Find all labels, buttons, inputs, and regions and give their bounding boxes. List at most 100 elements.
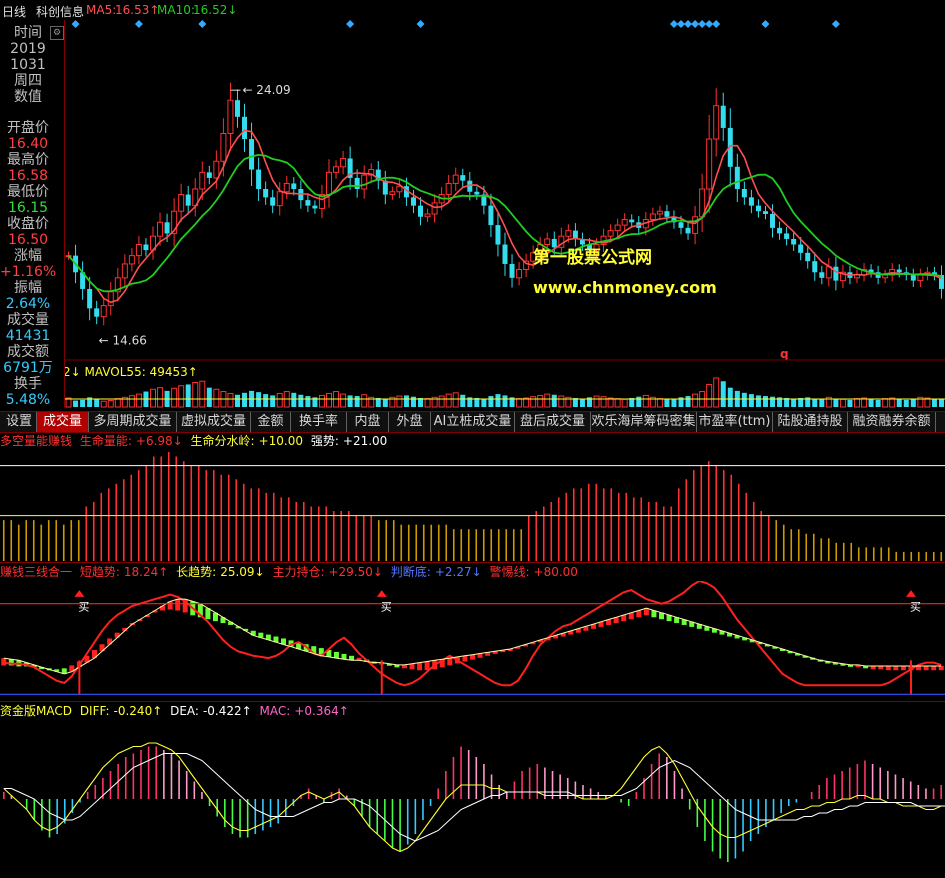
tab-8[interactable]: AI立桩成交量: [431, 412, 515, 432]
candle-102: [784, 233, 790, 239]
tab-11[interactable]: 市盈率(ttm): [697, 412, 773, 432]
candle-16: [178, 194, 185, 212]
candle-95: [734, 166, 740, 189]
candle-106: [812, 261, 818, 273]
signal-diamond-2: [198, 20, 207, 28]
volume-bar-17: [185, 384, 191, 407]
volume-bar-56: [460, 394, 466, 407]
candle-42: [361, 174, 368, 190]
candle-61: [495, 225, 501, 245]
trend-bar-122: [923, 666, 929, 671]
info-row-4: 数值: [14, 89, 42, 105]
candle-87: [678, 222, 684, 228]
candle-27: [256, 169, 262, 189]
signal-diamond-7: [684, 20, 693, 28]
short-trend-label: 短趋势:: [79, 565, 120, 579]
candle-45: [382, 180, 388, 195]
info-row-22: 5.48%: [5, 392, 51, 408]
panel-energy[interactable]: 多空量能赚钱 生命量能: +6.98↓ 生命分水岭: +10.00 强势: +21.0…: [0, 432, 945, 563]
panel-three-lines[interactable]: 赚钱三线合一 短趋势: 18.24↑ 长趋势: 25.09↓ 主力持仓: +29.50…: [0, 563, 945, 702]
signal-diamond-9: [698, 20, 707, 28]
info-row-9: 最低价: [7, 184, 49, 200]
panel-three-lines-svg: 买买买: [0, 581, 945, 695]
panel-three-lines-title: 赚钱三线合一 短趋势: 18.24↑ 长趋势: 25.09↓ 主力持仓: +29.50…: [0, 564, 582, 580]
candle-121: [917, 274, 924, 282]
volume-bar-19: [199, 380, 206, 408]
tab-10[interactable]: 欢乐海岸筹码密集: [591, 412, 697, 432]
volume-bar-12: [150, 388, 156, 408]
candle-31: [283, 182, 290, 193]
info-row-10: 16.15: [7, 200, 49, 216]
volume-bar-124: [938, 399, 944, 407]
q-marker: q: [780, 347, 789, 361]
period-label[interactable]: 日线: [2, 3, 26, 20]
candle-80: [629, 219, 635, 223]
tab-5[interactable]: 换手率: [291, 412, 347, 432]
candle-20: [206, 172, 212, 178]
volume-bar-39: [340, 393, 347, 408]
info-row-5: 开盘价: [7, 120, 49, 136]
candle-77: [607, 230, 614, 237]
info-row-8: 16.58: [7, 168, 49, 184]
signal-diamond-0: [71, 20, 80, 28]
kline-svg: ← 24.09 ← 14.66 q 2↓ MAVOL55: 49453↑: [65, 20, 945, 408]
volume-bar-76: [600, 396, 607, 408]
panel-three-lines-name: 赚钱三线合一: [0, 565, 73, 579]
candle-17: [185, 194, 191, 206]
tab-9[interactable]: 盘后成交量: [515, 412, 591, 432]
candle-91: [706, 138, 713, 190]
trend-bar-23: [175, 599, 181, 611]
tab-0[interactable]: 设置: [2, 412, 37, 432]
volume-bar-69: [551, 394, 557, 407]
trend-bar-61: [462, 655, 468, 662]
volume-bar-55: [452, 392, 459, 408]
volume-bar-24: [234, 394, 240, 407]
candle-9: [128, 255, 135, 265]
candle-92: [713, 105, 720, 140]
tab-2[interactable]: 多周期成交量: [89, 412, 177, 432]
tab-4[interactable]: 金额: [251, 412, 291, 432]
info-row-2: 1031: [10, 57, 46, 73]
candle-22: [220, 132, 227, 162]
trend-bar-55: [417, 662, 423, 671]
info-row-20: 6791万: [3, 360, 53, 376]
volume-bar-28: [263, 394, 269, 407]
candle-100: [770, 213, 776, 228]
panel-macd[interactable]: 资金版MACD DIFF: -0.240↑ DEA: -0.422↑ MAC: +0.…: [0, 702, 945, 878]
candle-5: [100, 305, 107, 318]
candle-28: [263, 189, 269, 198]
volume-bar-79: [621, 398, 628, 408]
tab-12[interactable]: 陆股通持股: [773, 412, 848, 432]
energy-value: +6.98↓: [135, 434, 183, 448]
tab-3[interactable]: 虚拟成交量: [177, 412, 251, 432]
volume-bar-49: [410, 396, 416, 407]
candle-96: [741, 189, 747, 198]
candle-46: [389, 191, 396, 196]
candle-103: [791, 238, 797, 245]
volume-bar-118: [896, 399, 902, 407]
ma5-line: [67, 129, 942, 304]
volume-bar-84: [656, 398, 663, 408]
volume-bar-6: [107, 400, 114, 408]
info-row-11: 收盘价: [7, 216, 49, 232]
volume-bar-20: [206, 387, 212, 407]
strong-label: 强势:: [310, 434, 339, 448]
candle-13: [157, 221, 164, 237]
tab-6[interactable]: 内盘: [347, 412, 389, 432]
kline-chart[interactable]: ← 24.09 ← 14.66 q 2↓ MAVOL55: 49453↑: [65, 20, 945, 408]
diff-value: -0.240↑: [113, 704, 163, 718]
tab-1[interactable]: 成交量: [37, 412, 89, 432]
candle-49: [410, 197, 416, 206]
volume-bar-111: [847, 399, 853, 407]
volume-bar-10: [135, 393, 142, 408]
volume-bar-120: [910, 398, 916, 407]
candle-3: [87, 288, 93, 309]
candle-8: [121, 263, 128, 279]
watershed-value: +10.00: [258, 434, 304, 448]
volume-bar-86: [671, 398, 677, 407]
volume-header: 2↓ MAVOL55: 49453↑: [65, 365, 198, 379]
candle-84: [656, 210, 663, 215]
candle-105: [805, 252, 811, 262]
tab-7[interactable]: 外盘: [389, 412, 431, 432]
tab-13[interactable]: 融资融券余额: [848, 412, 936, 432]
